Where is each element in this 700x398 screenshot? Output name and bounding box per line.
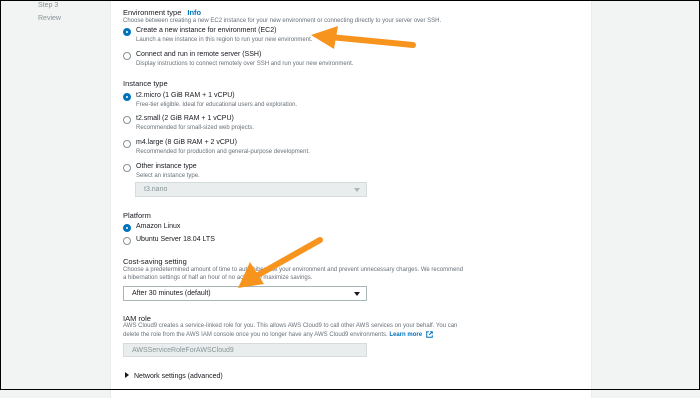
- radio-m4-large[interactable]: [123, 140, 131, 148]
- option-t2-micro-label[interactable]: t2.micro (1 GiB RAM + 1 vCPU): [136, 92, 235, 99]
- environment-type-description: Choose between creating a new EC2 instan…: [123, 18, 442, 24]
- option-m4-large-desc: Recommended for production and general-p…: [136, 149, 310, 155]
- environment-type-label: Environment type: [123, 8, 182, 17]
- option-t2-micro-desc: Free-tier eligible. Ideal for educationa…: [136, 102, 298, 108]
- network-settings-toggle[interactable]: Network settings (advanced): [125, 372, 223, 380]
- cost-saving-desc-line-2: a hibernation settings of half an hour o…: [123, 275, 313, 281]
- option-t2-small-desc: Recommended for small-sized web projects…: [136, 125, 255, 131]
- iam-role-heading: IAM role: [123, 314, 151, 323]
- cost-saving-select[interactable]: After 30 minutes (default): [123, 286, 367, 301]
- radio-other-instance[interactable]: [123, 164, 131, 172]
- cost-saving-desc-line-1: Choose a predetermined amount of time to…: [123, 267, 464, 273]
- network-settings-label: Network settings (advanced): [134, 373, 223, 380]
- iam-role-value: AWSServiceRoleForAWSCloud9: [132, 346, 234, 354]
- iam-role-field: AWSServiceRoleForAWSCloud9: [123, 343, 367, 357]
- chevron-down-icon: [354, 187, 360, 192]
- learn-more-link[interactable]: Learn more: [389, 332, 422, 338]
- chevron-down-icon: [354, 291, 360, 296]
- radio-t2-micro[interactable]: [123, 93, 131, 101]
- option-ec2-desc: Launch a new instance in this region to …: [136, 37, 313, 43]
- cost-saving-heading: Cost-saving setting: [123, 257, 187, 266]
- option-amazon-linux-label[interactable]: Amazon Linux: [136, 223, 180, 230]
- option-m4-large-label[interactable]: m4.large (8 GiB RAM + 2 vCPU): [136, 139, 237, 146]
- radio-ssh[interactable]: [123, 52, 131, 60]
- instance-type-heading: Instance type: [123, 79, 168, 88]
- iam-role-desc-line-2: delete the role from the AWS IAM console…: [123, 331, 433, 338]
- option-ubuntu-label[interactable]: Ubuntu Server 18.04 LTS: [136, 236, 215, 243]
- wizard-steps: Step 3 Review: [38, 0, 61, 24]
- platform-heading: Platform: [123, 211, 151, 220]
- iam-role-desc-text: delete the role from the AWS IAM console…: [123, 332, 388, 339]
- radio-ubuntu[interactable]: [123, 237, 131, 245]
- radio-ec2[interactable]: [123, 28, 131, 36]
- other-instance-select[interactable]: t3.nano: [135, 182, 367, 197]
- caret-right-icon: [125, 372, 129, 378]
- cost-saving-select-value: After 30 minutes (default): [132, 290, 211, 297]
- radio-t2-small[interactable]: [123, 116, 131, 124]
- option-ssh-label[interactable]: Connect and run in remote server (SSH): [136, 51, 261, 58]
- other-instance-select-value: t3.nano: [144, 186, 168, 193]
- external-link-icon[interactable]: [425, 331, 433, 338]
- step-review-link[interactable]: Review: [38, 13, 61, 24]
- info-link[interactable]: Info: [187, 8, 201, 17]
- environment-type-heading: Environment type Info: [123, 8, 201, 17]
- step-3-link[interactable]: Step 3: [38, 0, 61, 11]
- option-t2-small-label[interactable]: t2.small (2 GiB RAM + 1 vCPU): [136, 115, 234, 122]
- radio-amazon-linux[interactable]: [123, 224, 131, 232]
- iam-role-desc-line-1: AWS Cloud9 creates a service-linked role…: [123, 323, 458, 329]
- option-other-instance-desc: Select an instance type.: [136, 173, 200, 179]
- option-ssh-desc: Display instructions to connect remotely…: [136, 61, 354, 67]
- option-other-instance-label[interactable]: Other instance type: [136, 163, 197, 170]
- option-ec2-label[interactable]: Create a new instance for environment (E…: [136, 27, 276, 34]
- settings-panel: Environment type Info Choose between crea…: [110, 0, 592, 398]
